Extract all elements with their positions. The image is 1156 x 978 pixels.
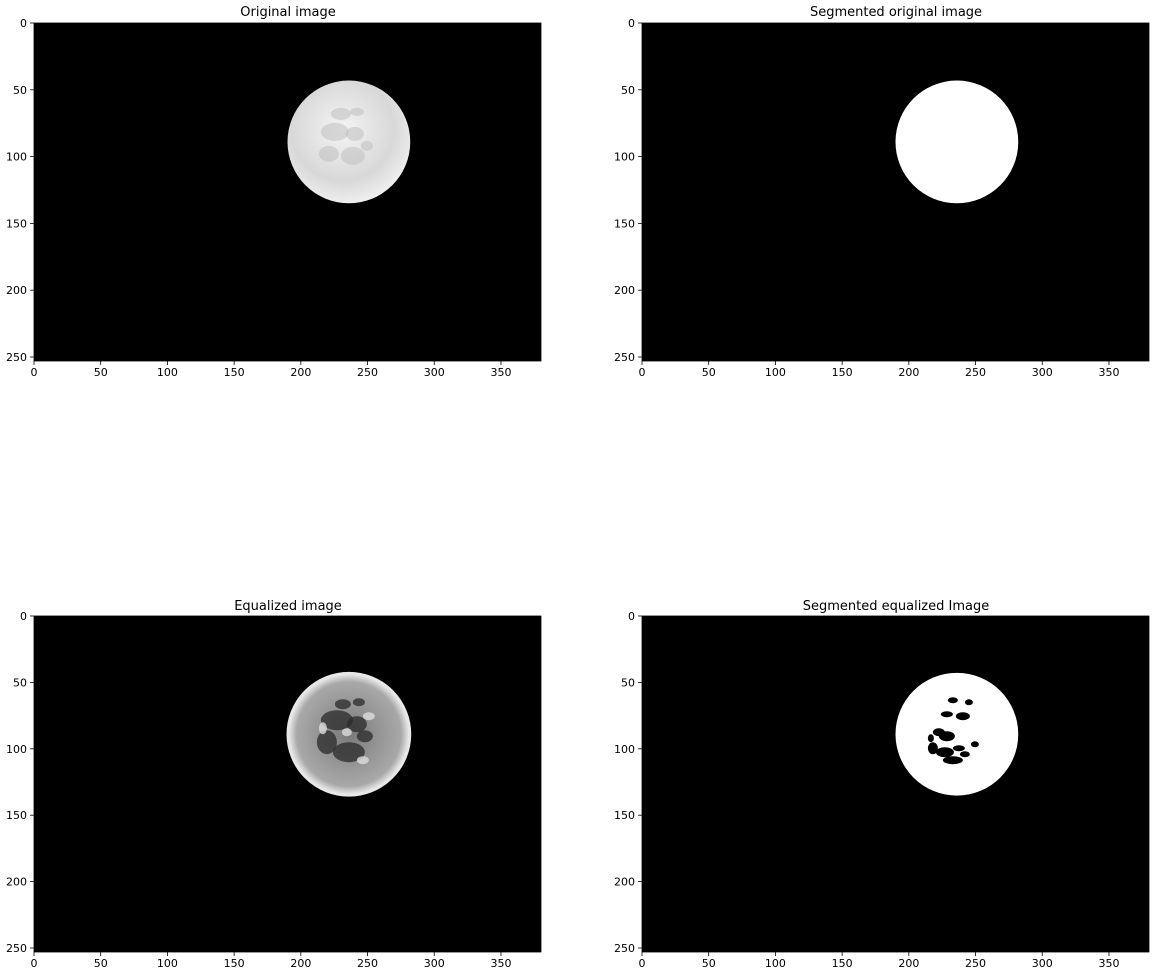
panel-segmented-original: Segmented original image 0 50 100 150 200 250… bbox=[608, 0, 1156, 489]
y-tick-label: 50 bbox=[621, 84, 635, 97]
x-tick-label: 250 bbox=[965, 366, 986, 379]
image-axes: 0 50 100 150 200 250 300 350 0 50 100 150 200 250 bbox=[614, 17, 1150, 379]
x-tick-label: 300 bbox=[1032, 366, 1053, 379]
x-tick-label: 150 bbox=[224, 366, 245, 379]
x-tick-label: 50 bbox=[702, 957, 716, 970]
y-tick-label: 200 bbox=[6, 876, 27, 889]
mask-hole bbox=[947, 697, 958, 704]
y-tick-label: 200 bbox=[614, 876, 635, 889]
y-tick-label: 100 bbox=[6, 151, 27, 164]
moon-mare bbox=[360, 140, 373, 151]
y-tick-label: 50 bbox=[13, 676, 27, 689]
x-tick-label: 300 bbox=[424, 366, 445, 379]
moon-mare bbox=[330, 107, 351, 120]
moon-mare bbox=[345, 126, 364, 141]
x-tick-label: 150 bbox=[832, 957, 853, 970]
x-tick-label: 100 bbox=[157, 366, 178, 379]
y-tick-label: 0 bbox=[628, 17, 635, 30]
x-tick-label: 200 bbox=[898, 366, 919, 379]
moon-mare bbox=[318, 145, 339, 162]
y-tick-label: 100 bbox=[6, 743, 27, 756]
x-tick-label: 200 bbox=[290, 957, 311, 970]
panel-segmented-equalized: Segmented equalized Image 0 50 100 150 200 25… bbox=[608, 592, 1156, 978]
moon-mare bbox=[352, 698, 365, 707]
mask-hole bbox=[955, 712, 970, 721]
image-background bbox=[642, 23, 1149, 361]
image-axes: 0 50 100 150 200 250 300 350 0 50 100 150 200 250 bbox=[6, 17, 542, 379]
moon-mare bbox=[349, 107, 364, 116]
image-background bbox=[34, 23, 541, 361]
y-tick-label: 250 bbox=[614, 942, 635, 955]
x-tick-label: 50 bbox=[702, 366, 716, 379]
x-tick-label: 250 bbox=[965, 957, 986, 970]
panel-original: Original image 0 50 100 150 200 250 300 350 0 50 1… bbox=[0, 0, 578, 489]
moon-highland bbox=[362, 712, 375, 721]
y-tick-label: 150 bbox=[6, 809, 27, 822]
image-background bbox=[642, 616, 1149, 952]
y-tick-label: 100 bbox=[614, 151, 635, 164]
image-axes: 0 50 100 150 200 250 300 350 0 50 100 150 200 250 bbox=[6, 610, 542, 970]
x-tick-label: 250 bbox=[357, 957, 378, 970]
segmentation-mask bbox=[895, 672, 1019, 796]
mask-hole bbox=[938, 731, 955, 742]
moon-mare bbox=[340, 146, 365, 165]
segmentation-mask bbox=[895, 80, 1019, 204]
mask-hole bbox=[970, 741, 979, 748]
moon-highland bbox=[356, 756, 369, 765]
y-tick-label: 50 bbox=[621, 676, 635, 689]
x-tick-label: 200 bbox=[290, 366, 311, 379]
panel-equalized: Equalized image 0 50 100 150 200 250 300 350 0 50… bbox=[0, 592, 578, 978]
x-tick-label: 350 bbox=[1098, 366, 1119, 379]
x-tick-label: 300 bbox=[1032, 957, 1053, 970]
moon-mare bbox=[356, 730, 373, 743]
y-tick-label: 200 bbox=[6, 284, 27, 297]
x-tick-label: 350 bbox=[490, 957, 511, 970]
x-tick-label: 300 bbox=[424, 957, 445, 970]
y-tick-label: 250 bbox=[6, 942, 27, 955]
y-tick-label: 0 bbox=[20, 610, 27, 623]
mask-hole bbox=[952, 745, 965, 752]
x-tick-label: 250 bbox=[357, 366, 378, 379]
x-tick-label: 50 bbox=[94, 366, 108, 379]
image-axes: 0 50 100 150 200 250 300 350 0 50 100 150 200 250 bbox=[614, 610, 1150, 970]
mask-hole bbox=[964, 699, 973, 706]
mask-hole bbox=[935, 747, 954, 758]
x-tick-label: 200 bbox=[898, 957, 919, 970]
moon-highland bbox=[318, 722, 327, 735]
mask-hole bbox=[942, 756, 963, 765]
y-tick-label: 150 bbox=[614, 809, 635, 822]
x-tick-label: 350 bbox=[1098, 957, 1119, 970]
moon-highland bbox=[341, 728, 352, 737]
x-tick-label: 50 bbox=[94, 957, 108, 970]
x-tick-label: 0 bbox=[31, 366, 38, 379]
y-tick-label: 100 bbox=[614, 743, 635, 756]
x-tick-label: 0 bbox=[639, 366, 646, 379]
y-tick-label: 250 bbox=[614, 351, 635, 364]
moon-mare bbox=[320, 122, 349, 141]
y-tick-label: 0 bbox=[20, 17, 27, 30]
y-tick-label: 150 bbox=[6, 217, 27, 230]
x-tick-label: 150 bbox=[832, 366, 853, 379]
mask-hole bbox=[959, 751, 970, 758]
y-tick-label: 200 bbox=[614, 284, 635, 297]
x-tick-label: 100 bbox=[157, 957, 178, 970]
y-tick-label: 250 bbox=[6, 351, 27, 364]
y-tick-label: 50 bbox=[13, 84, 27, 97]
mask-hole bbox=[927, 734, 934, 743]
x-tick-label: 350 bbox=[490, 366, 511, 379]
x-tick-label: 150 bbox=[224, 957, 245, 970]
mask-hole bbox=[940, 711, 953, 718]
moon-mare bbox=[334, 699, 351, 710]
moon bbox=[287, 80, 411, 204]
x-tick-label: 0 bbox=[639, 957, 646, 970]
figure: Original image 0 50 100 150 200 250 300 350 0 50 1… bbox=[0, 0, 1156, 978]
image-background bbox=[34, 616, 541, 952]
x-tick-label: 0 bbox=[31, 957, 38, 970]
x-tick-label: 100 bbox=[765, 366, 786, 379]
y-tick-label: 0 bbox=[628, 610, 635, 623]
y-tick-label: 150 bbox=[614, 217, 635, 230]
x-tick-label: 100 bbox=[765, 957, 786, 970]
